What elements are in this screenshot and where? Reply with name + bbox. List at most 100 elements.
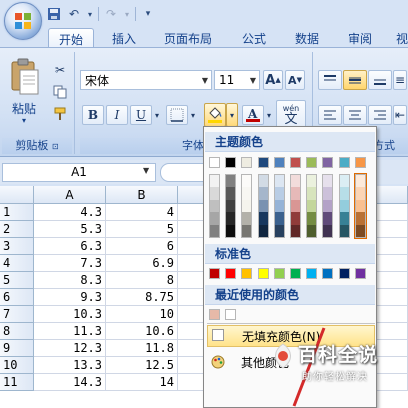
- cell-b[interactable]: 12.5: [106, 357, 178, 374]
- redo-dropdown-icon[interactable]: ▾: [123, 6, 131, 22]
- theme-shade-column[interactable]: [353, 173, 367, 239]
- tab-insert[interactable]: 插入: [102, 28, 146, 48]
- cell-a[interactable]: 5.3: [34, 221, 106, 238]
- theme-shade-swatch[interactable]: [242, 175, 252, 188]
- customize-qat-icon[interactable]: ▾: [140, 6, 156, 22]
- theme-shade-swatch[interactable]: [307, 175, 317, 188]
- theme-shade-swatch[interactable]: [323, 175, 333, 188]
- theme-shade-swatch[interactable]: [355, 224, 365, 238]
- theme-shade-swatch[interactable]: [323, 199, 333, 213]
- standard-color-swatch[interactable]: [241, 268, 253, 279]
- tab-page-layout[interactable]: 页面布局: [155, 28, 221, 48]
- theme-shade-column[interactable]: [241, 174, 253, 238]
- cell-a[interactable]: 13.3: [34, 357, 106, 374]
- name-box[interactable]: A1: [2, 163, 156, 182]
- column-header-a[interactable]: A: [34, 186, 106, 204]
- theme-shade-swatch[interactable]: [242, 199, 252, 213]
- theme-shade-swatch[interactable]: [258, 187, 268, 200]
- theme-shade-swatch[interactable]: [307, 224, 317, 238]
- column-header-b[interactable]: B: [106, 186, 178, 204]
- cell-b[interactable]: 8.75: [106, 289, 178, 306]
- theme-color-swatch[interactable]: [354, 157, 366, 168]
- theme-shade-swatch[interactable]: [291, 224, 300, 238]
- standard-color-swatch[interactable]: [338, 268, 350, 279]
- undo-icon[interactable]: ↶: [66, 6, 82, 22]
- borders-dropdown-icon[interactable]: ▾: [188, 105, 198, 125]
- cell-a[interactable]: 10.3: [34, 306, 106, 323]
- theme-shade-swatch[interactable]: [339, 187, 349, 200]
- theme-shade-swatch[interactable]: [355, 212, 365, 225]
- cell-a[interactable]: 7.3: [34, 255, 106, 272]
- theme-shade-swatch[interactable]: [307, 212, 317, 225]
- paste-label[interactable]: 粘贴: [12, 100, 36, 117]
- theme-color-swatch[interactable]: [257, 157, 269, 168]
- theme-color-swatch[interactable]: [306, 157, 318, 168]
- theme-shade-column[interactable]: [257, 174, 269, 238]
- recent-color-swatch[interactable]: [225, 309, 237, 320]
- paste-button[interactable]: [8, 58, 42, 98]
- row-header[interactable]: 2: [0, 221, 34, 238]
- name-box-dropdown-icon[interactable]: ▼: [143, 166, 149, 175]
- cell-b[interactable]: 10.6: [106, 323, 178, 340]
- theme-shade-swatch[interactable]: [258, 199, 268, 213]
- theme-shade-swatch[interactable]: [242, 212, 252, 225]
- theme-shade-swatch[interactable]: [226, 224, 236, 238]
- undo-dropdown-icon[interactable]: ▾: [86, 6, 94, 22]
- theme-shade-swatch[interactable]: [210, 199, 219, 213]
- borders-button[interactable]: [166, 105, 188, 125]
- cell-a[interactable]: 14.3: [34, 374, 106, 391]
- theme-shade-swatch[interactable]: [291, 187, 300, 200]
- theme-shade-column[interactable]: [273, 174, 285, 238]
- grow-font-button[interactable]: A ▲: [263, 70, 283, 90]
- chevron-down-icon[interactable]: ▼: [199, 71, 211, 89]
- standard-color-swatch[interactable]: [354, 268, 366, 279]
- row-header[interactable]: 10: [0, 357, 34, 374]
- copy-icon[interactable]: [50, 82, 70, 102]
- theme-shade-swatch[interactable]: [291, 212, 300, 225]
- theme-shade-swatch[interactable]: [291, 175, 300, 188]
- indent-button[interactable]: ⇤: [393, 105, 407, 125]
- row-header[interactable]: 7: [0, 306, 34, 323]
- align-left-button[interactable]: [318, 105, 342, 125]
- theme-shade-swatch[interactable]: [226, 175, 236, 188]
- theme-shade-column[interactable]: [209, 174, 220, 238]
- font-color-button[interactable]: A: [242, 105, 264, 125]
- font-name-combo[interactable]: 宋体 ▼: [80, 70, 212, 90]
- theme-shade-swatch[interactable]: [242, 224, 252, 238]
- theme-shade-swatch[interactable]: [210, 175, 219, 188]
- theme-shade-swatch[interactable]: [210, 224, 219, 238]
- tab-review[interactable]: 审阅: [338, 28, 382, 48]
- theme-shade-column[interactable]: [322, 174, 334, 238]
- theme-shade-swatch[interactable]: [258, 175, 268, 188]
- align-center-button[interactable]: [343, 105, 367, 125]
- cell-b[interactable]: 14: [106, 374, 178, 391]
- dialog-launcher-icon[interactable]: ⊡: [52, 142, 59, 151]
- theme-shade-swatch[interactable]: [274, 175, 284, 188]
- cell-a[interactable]: 11.3: [34, 323, 106, 340]
- standard-color-swatch[interactable]: [225, 268, 237, 279]
- theme-shade-column[interactable]: [306, 174, 318, 238]
- font-color-dropdown-icon[interactable]: ▾: [264, 105, 274, 125]
- standard-color-swatch[interactable]: [290, 268, 301, 279]
- shrink-font-button[interactable]: A ▼: [285, 70, 305, 90]
- formula-input[interactable]: [160, 163, 204, 182]
- align-right-button[interactable]: [368, 105, 392, 125]
- theme-color-swatch[interactable]: [209, 157, 220, 168]
- cell-a[interactable]: 9.3: [34, 289, 106, 306]
- phonetic-button[interactable]: wén 文: [276, 100, 306, 128]
- theme-shade-swatch[interactable]: [339, 199, 349, 213]
- theme-shade-swatch[interactable]: [274, 187, 284, 200]
- row-header[interactable]: 11: [0, 374, 34, 391]
- theme-shade-swatch[interactable]: [355, 187, 365, 200]
- standard-color-swatch[interactable]: [306, 268, 318, 279]
- row-header[interactable]: 8: [0, 323, 34, 340]
- theme-color-swatch[interactable]: [241, 157, 253, 168]
- cell-b[interactable]: 11.8: [106, 340, 178, 357]
- row-header[interactable]: 6: [0, 289, 34, 306]
- row-header[interactable]: 4: [0, 255, 34, 272]
- cut-icon[interactable]: ✂: [50, 60, 70, 80]
- theme-shade-swatch[interactable]: [258, 212, 268, 225]
- cell-b[interactable]: 4: [106, 204, 178, 221]
- theme-shade-swatch[interactable]: [307, 187, 317, 200]
- paste-dropdown-icon[interactable]: ▾: [22, 116, 26, 125]
